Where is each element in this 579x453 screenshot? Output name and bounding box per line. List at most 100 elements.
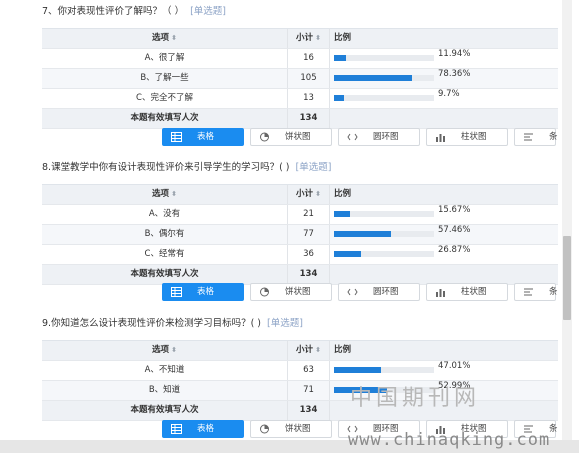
question-title: 8.课堂教学中你有设计表现性评价来引导学生的学习吗？( ) [单选题] — [42, 161, 331, 175]
header-count[interactable]: 小计 ⬍ — [287, 29, 330, 48]
percent-bar-fill — [334, 231, 392, 237]
table-header: 选项 ⬍ 小计 ⬍ 比例 — [42, 341, 558, 361]
strip-chart-button-label: 条 — [549, 132, 558, 142]
option-percent: 47.01% — [438, 361, 471, 371]
question-text: 7、你对表现性评价了解吗？（ ） — [42, 6, 185, 17]
table-view-button-label: 表格 — [197, 287, 215, 297]
table-row: C、经常有 36 26.87% — [42, 245, 558, 265]
percent-bar-track — [334, 95, 434, 101]
table-row: C、完全不了解 13 9.7% — [42, 89, 558, 109]
strip-chart-button-label: 条 — [549, 424, 558, 434]
strip-chart-button[interactable]: 条 — [514, 128, 558, 146]
percent-bar-fill — [334, 75, 413, 81]
option-label: A、不知道 — [144, 365, 185, 375]
question-block: 7、你对表现性评价了解吗？（ ） [单选题] 选项 ⬍ 小计 ⬍ 比例 A、很了解 16 11.9… — [42, 5, 558, 146]
option-percent: 11.94% — [438, 49, 471, 59]
result-table: 选项 ⬍ 小计 ⬍ 比例 A、没有 21 15.67% B、偶尔有 77 57.46% C、经常有 36… — [42, 184, 558, 285]
pie-chart-button-label: 饼状图 — [285, 424, 311, 434]
option-percent: 26.87% — [438, 245, 471, 255]
table-icon — [171, 424, 182, 434]
watermark-text: 中国期刊网 — [350, 386, 481, 411]
sort-icon[interactable]: ⬍ — [171, 346, 177, 354]
ring-chart-button-label: 圆环图 — [373, 287, 399, 297]
header-count[interactable]: 小计 ⬍ — [287, 341, 330, 360]
watermark-url: www.chinaqking.com — [348, 430, 551, 450]
bar-icon — [435, 287, 446, 297]
ring-chart-button[interactable]: 圆环图 — [338, 128, 420, 146]
header-option[interactable]: 选项 ⬍ — [42, 29, 287, 48]
ring-chart-button-label: 圆环图 — [373, 132, 399, 142]
question-type-tag: [单选题] — [267, 318, 303, 329]
table-view-button[interactable]: 表格 — [162, 128, 244, 146]
option-percent: 78.36% — [438, 69, 471, 79]
sort-icon[interactable]: ⬍ — [315, 34, 321, 42]
header-option[interactable]: 选项 ⬍ — [42, 185, 287, 204]
question-block: 9.你知道怎么设计表现性评价来检测学习目标吗？( ) [单选题] 选项 ⬍ 小计 ⬍ 比例 A… — [42, 317, 558, 438]
scrollbar-track[interactable] — [562, 0, 572, 440]
total-count: 134 — [287, 109, 330, 128]
bar-chart-button[interactable]: 柱状图 — [426, 283, 508, 301]
option-label: A、没有 — [148, 209, 181, 219]
table-view-button-label: 表格 — [197, 424, 215, 434]
table-view-button[interactable]: 表格 — [162, 283, 244, 301]
percent-bar-fill — [334, 95, 344, 101]
option-count: 13 — [287, 89, 330, 108]
total-label: 本题有效填写人次 — [130, 405, 199, 415]
option-count: 105 — [287, 69, 330, 88]
percent-bar-track — [334, 231, 434, 237]
table-view-button-label: 表格 — [197, 132, 215, 142]
option-label: B、了解一些 — [140, 73, 189, 83]
total-label: 本题有效填写人次 — [130, 113, 199, 123]
header-option[interactable]: 选项 ⬍ — [42, 341, 287, 360]
table-row: B、偶尔有 77 57.46% — [42, 225, 558, 245]
table-icon — [171, 132, 182, 142]
strip-icon — [523, 132, 534, 142]
sort-icon[interactable]: ⬍ — [171, 34, 177, 42]
percent-bar-track — [334, 211, 434, 217]
percent-bar-fill — [334, 55, 346, 61]
percent-bar-fill — [334, 211, 350, 217]
option-label: B、知道 — [148, 385, 181, 395]
scrollbar-thumb[interactable] — [563, 236, 571, 320]
pie-chart-button[interactable]: 饼状图 — [250, 283, 332, 301]
result-table: 选项 ⬍ 小计 ⬍ 比例 A、很了解 16 11.94% B、了解一些 105 78.36% C、完全… — [42, 28, 558, 129]
table-row: B、了解一些 105 78.36% — [42, 69, 558, 89]
ring-chart-button[interactable]: 圆环图 — [338, 283, 420, 301]
table-total-row: 本题有效填写人次 134 — [42, 109, 558, 129]
sort-icon[interactable]: ⬍ — [171, 190, 177, 198]
total-count: 134 — [287, 401, 330, 420]
strip-chart-button[interactable]: 条 — [514, 283, 558, 301]
option-label: B、偶尔有 — [144, 229, 185, 239]
sort-icon[interactable]: ⬍ — [315, 190, 321, 198]
pie-chart-button-label: 饼状图 — [285, 132, 311, 142]
bar-icon — [435, 132, 446, 142]
table-view-button[interactable]: 表格 — [162, 420, 244, 438]
ring-icon — [347, 287, 358, 297]
option-percent: 57.46% — [438, 225, 471, 235]
sort-icon[interactable]: ⬍ — [315, 346, 321, 354]
option-percent: 15.67% — [438, 205, 471, 215]
option-count: 77 — [287, 225, 330, 244]
table-header: 选项 ⬍ 小计 ⬍ 比例 — [42, 185, 558, 205]
pie-icon — [259, 287, 270, 297]
table-row: A、没有 21 15.67% — [42, 205, 558, 225]
question-type-tag: [单选题] — [190, 6, 226, 17]
percent-bar-track — [334, 367, 434, 373]
percent-bar-fill — [334, 367, 381, 373]
table-total-row: 本题有效填写人次 134 — [42, 265, 558, 285]
bar-chart-button-label: 柱状图 — [461, 287, 487, 297]
bar-chart-button[interactable]: 柱状图 — [426, 128, 508, 146]
pie-chart-button[interactable]: 饼状图 — [250, 420, 332, 438]
option-label: C、完全不了解 — [136, 93, 193, 103]
question-title: 7、你对表现性评价了解吗？（ ） [单选题] — [42, 5, 226, 19]
header-count[interactable]: 小计 ⬍ — [287, 185, 330, 204]
option-percent: 9.7% — [438, 89, 460, 99]
table-row: A、很了解 16 11.94% — [42, 49, 558, 69]
option-count: 16 — [287, 49, 330, 68]
pie-chart-button[interactable]: 饼状图 — [250, 128, 332, 146]
result-table: 选项 ⬍ 小计 ⬍ 比例 A、不知道 63 47.01% B、知道 71 52.99% 本题有效填写人… — [42, 340, 558, 421]
header-percent: 比例 — [334, 345, 352, 355]
table-total-row: 本题有效填写人次 134 — [42, 401, 558, 421]
header-percent: 比例 — [334, 189, 352, 199]
total-count: 134 — [287, 265, 330, 284]
